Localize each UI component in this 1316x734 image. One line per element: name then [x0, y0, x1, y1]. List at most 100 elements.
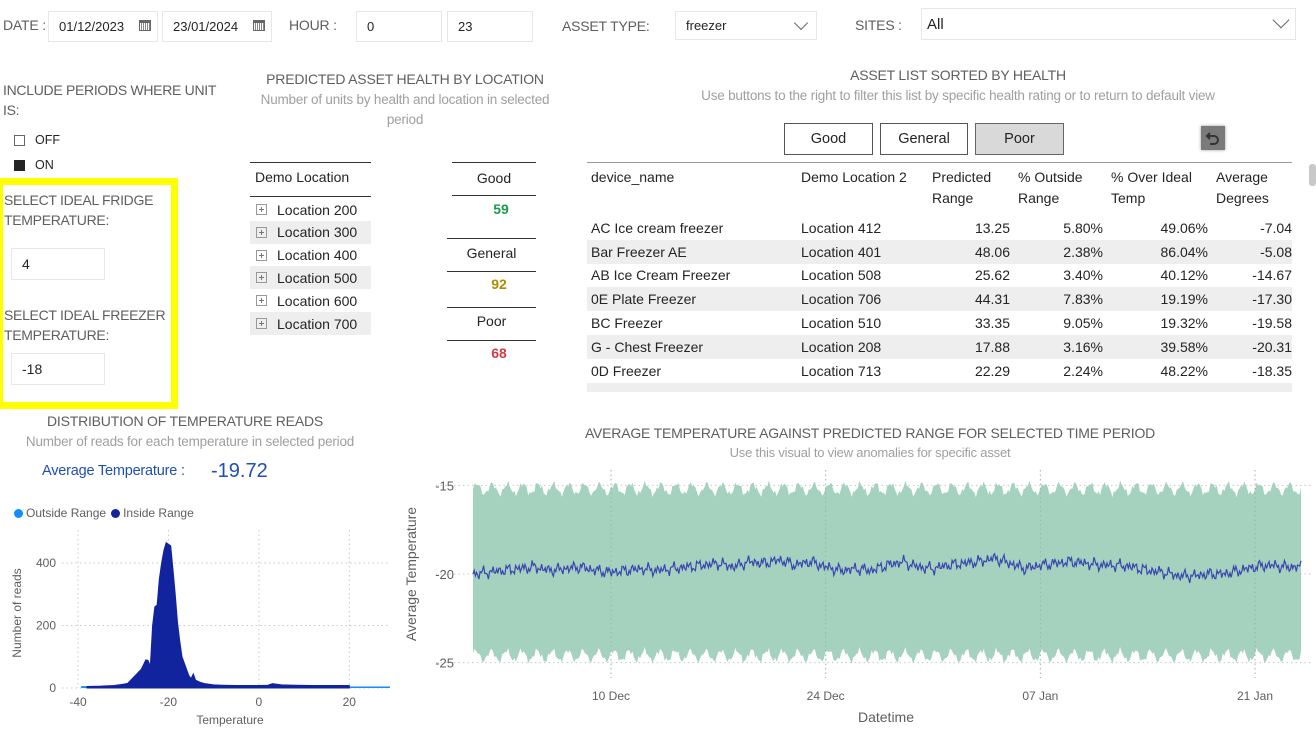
on-checkbox[interactable]	[14, 160, 25, 171]
location-cell: Location 713	[801, 362, 882, 379]
fridge-temp-label: SELECT IDEAL FRIDGE TEMPERATURE:	[4, 192, 154, 228]
col-predicted-range[interactable]: Predicted Range	[924, 167, 1010, 216]
col-over-ideal-temp[interactable]: % Over Ideal Temp	[1103, 167, 1208, 216]
fridge-temp-input[interactable]: 4	[11, 248, 105, 280]
predicted-range-cell: 13.25	[974, 219, 1010, 236]
x-tick-label: 0	[256, 695, 263, 709]
table-row[interactable]: 0D Freezer Location 713 22.29 2.24% 48.22% -1…	[587, 359, 1292, 383]
asset-table: device_name Demo Location 2 Predicted Ra…	[587, 162, 1292, 392]
calendar-icon[interactable]	[139, 20, 151, 31]
col-average-degrees[interactable]: Average Degrees	[1208, 167, 1292, 216]
asset-table-header: device_name Demo Location 2 Predicted Ra…	[587, 163, 1292, 216]
chevron-down-icon	[1272, 11, 1290, 29]
outside-range-legend-marker	[14, 508, 23, 518]
hour-end-input[interactable]: 23	[447, 11, 533, 42]
outside-range-legend-label[interactable]: Outside Range	[26, 506, 106, 520]
sites-value: All	[927, 15, 944, 33]
outside-range-cell: 7.83%	[1063, 291, 1103, 308]
asset-list-title: ASSET LIST SORTED BY HEALTH	[850, 67, 1066, 83]
date-end-value: 23/01/2024	[173, 19, 239, 34]
table-row[interactable]: G - Chest Freezer Location 208 17.88 3.16% 3…	[587, 334, 1292, 359]
location-name: Location 400	[277, 247, 358, 264]
device-name-cell: AC Ice cream freezer	[591, 219, 724, 236]
outside-range-cell: 2.24%	[1063, 362, 1103, 379]
y-axis-title: Average Temperature	[403, 507, 419, 641]
temperature-histogram: 0 200 400 -40 -20 0 20 Temperature Number of rea…	[10, 530, 390, 727]
poor-card-value: 68	[491, 345, 507, 361]
over-ideal-cell: 49.06%	[1160, 219, 1208, 236]
date-start-input[interactable]: 01/12/2023	[48, 11, 158, 42]
location-cell: Location 208	[801, 338, 882, 355]
location-cell: Location 706	[801, 291, 882, 308]
x-tick-label: -40	[69, 695, 87, 709]
unit-state-label: INCLUDE PERIODS WHERE UNIT IS:	[3, 82, 216, 118]
table-row[interactable]: AB Ice Cream Freezer Location 508 25.62 3.4…	[587, 264, 1292, 288]
location-column-header[interactable]: Demo Location	[250, 162, 371, 197]
x-tick-label: 21 Jan	[1237, 689, 1273, 703]
asset-type-dropdown[interactable]: freezer	[675, 11, 817, 40]
expand-plus-icon[interactable]	[256, 295, 267, 307]
expand-plus-icon[interactable]	[256, 318, 267, 329]
table-row[interactable]: 0E Plate Freezer Location 706 44.31 7.83% 19…	[587, 287, 1292, 312]
filter-poor-button[interactable]: Poor	[975, 123, 1064, 155]
calendar-icon[interactable]	[253, 20, 265, 31]
expand-plus-icon[interactable]	[256, 249, 267, 261]
inside-range-legend-label[interactable]: Inside Range	[123, 506, 194, 520]
outside-range-cell: 5.80%	[1063, 219, 1103, 236]
outside-range-cell: 2.38%	[1063, 243, 1103, 260]
device-name-cell: 0D Freezer	[591, 362, 662, 379]
hour-start-input[interactable]: 0	[356, 11, 442, 42]
outside-range-cell: 3.40%	[1063, 267, 1103, 284]
table-row[interactable]: AC Ice cream freezer Location 412 13.25 5.8…	[587, 216, 1292, 240]
filter-good-button[interactable]: Good	[784, 123, 873, 155]
location-row[interactable]: Location 400	[250, 244, 371, 267]
predicted-range-cell: 33.35	[974, 315, 1010, 332]
x-tick-label: -20	[160, 695, 178, 709]
freezer-temp-value: -18	[22, 361, 43, 377]
table-scrollbar[interactable]	[1309, 164, 1316, 186]
expand-plus-icon[interactable]	[256, 272, 267, 284]
expand-plus-icon[interactable]	[256, 226, 267, 238]
y-tick-label: -15	[435, 478, 454, 493]
col-outside-range[interactable]: % Outside Range	[1010, 167, 1103, 216]
distribution-title: DISTRIBUTION OF TEMPERATURE READS	[46, 413, 324, 429]
y-tick-label: 0	[49, 681, 56, 695]
general-card-label: General	[447, 238, 536, 272]
location-row[interactable]: Location 600	[250, 289, 371, 312]
location-name: Location 200	[277, 201, 358, 218]
health-by-location-subtitle: Number of units by health and location i…	[260, 92, 550, 127]
chevron-down-icon	[793, 15, 809, 31]
general-card-value: 92	[491, 276, 507, 292]
device-name-cell: G - Chest Freezer	[591, 338, 704, 355]
timeseries-title: AVERAGE TEMPERATURE AGAINST PREDICTED RA…	[584, 425, 1156, 441]
location-cell: Location 401	[801, 243, 882, 260]
filter-general-button[interactable]: General	[880, 123, 968, 155]
average-degrees-cell: -20.31	[1252, 338, 1292, 355]
average-degrees-cell: -5.08	[1260, 243, 1292, 260]
predicted-range-band	[473, 480, 1301, 665]
table-row[interactable]: Bar Freezer AE Location 401 48.06 2.38% 86.0…	[587, 239, 1292, 264]
location-name: Location 600	[277, 292, 358, 309]
col-demo-location-2[interactable]: Demo Location 2	[797, 167, 924, 216]
freezer-temp-input[interactable]: -18	[11, 353, 105, 385]
sites-dropdown[interactable]: All	[921, 8, 1296, 40]
location-cell: Location 508	[801, 267, 882, 284]
timeseries-subtitle: Use this visual to view anomalies for sp…	[729, 445, 1011, 460]
fridge-temp-value: 4	[22, 256, 30, 272]
table-row[interactable]: BC Freezer Location 510 33.35 9.05% 19.32% -1…	[587, 311, 1292, 335]
location-row[interactable]: Location 700	[250, 312, 371, 335]
col-device-name[interactable]: device_name	[587, 167, 797, 216]
reset-view-button[interactable]	[1201, 126, 1225, 150]
expand-plus-icon[interactable]	[256, 204, 267, 215]
location-row[interactable]: Location 200	[250, 198, 371, 221]
table-row-partial	[587, 382, 1292, 392]
over-ideal-cell: 86.04%	[1160, 243, 1208, 260]
freezer-temp-label: SELECT IDEAL FREEZER TEMPERATURE:	[4, 307, 166, 343]
location-row[interactable]: Location 300	[250, 220, 371, 244]
date-end-input[interactable]: 23/01/2024	[162, 11, 272, 42]
off-checkbox[interactable]	[14, 135, 25, 146]
predicted-range-cell: 44.31	[974, 291, 1010, 308]
hour-end-value: 23	[458, 19, 473, 34]
location-row[interactable]: Location 500	[250, 266, 371, 290]
x-tick-label: 24 Dec	[807, 689, 845, 703]
